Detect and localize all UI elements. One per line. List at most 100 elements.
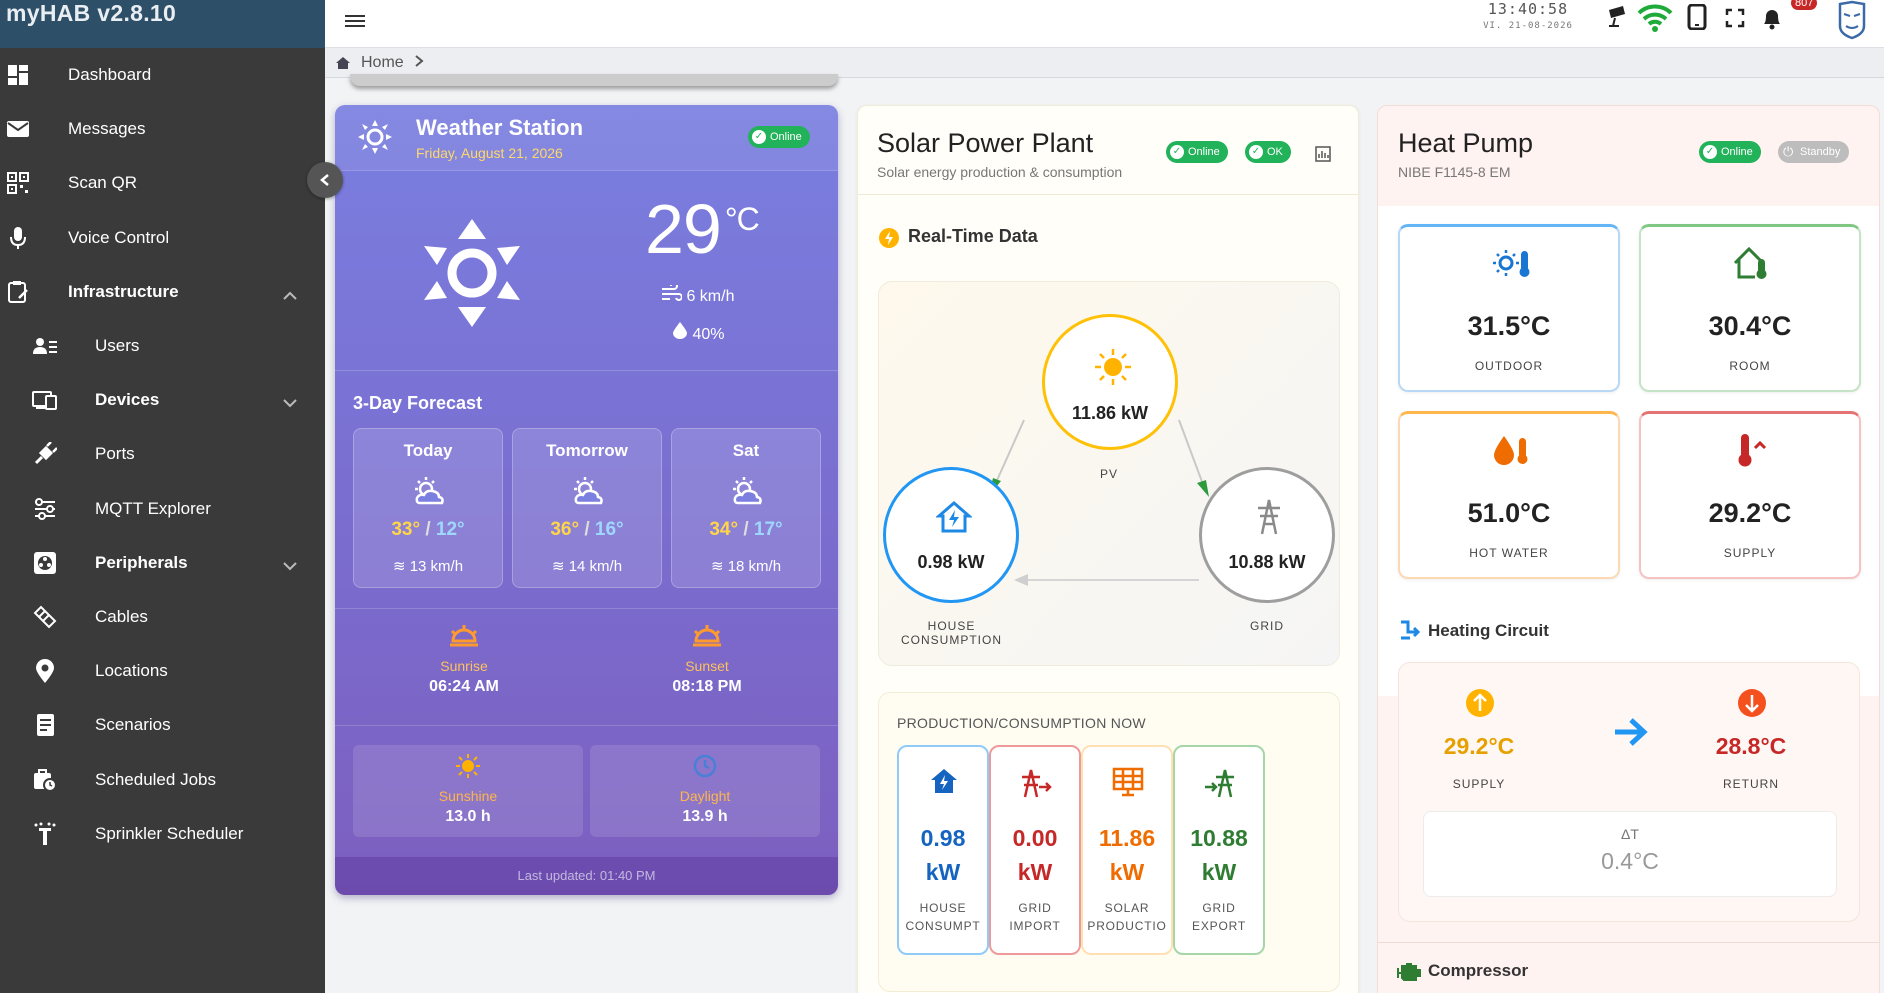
pylon-export-icon	[1203, 767, 1237, 804]
daylight-box: Daylight 13.9 h	[590, 745, 820, 837]
sidebar-item-dashboard[interactable]: Dashboard	[0, 48, 325, 102]
prod-label-1: GRID	[1202, 901, 1236, 915]
sidebar-item-scan-qr[interactable]: Scan QR	[0, 156, 325, 210]
sidebar-item-peripherals[interactable]: Peripherals	[0, 536, 325, 590]
power-icon: ⏻	[1783, 144, 1794, 159]
house-node[interactable]: 0.98 kW	[883, 467, 1019, 603]
check-icon: ✓	[752, 130, 766, 144]
bolt-icon	[878, 227, 900, 254]
sidebar-item-label: Scan QR	[68, 173, 137, 193]
sidebar-collapse-button[interactable]	[307, 162, 343, 198]
heatpump-card: Heat Pump NIBE F1145-8 EM ✓ Online ⏻ Stand…	[1377, 105, 1880, 993]
engine-icon	[1396, 962, 1424, 987]
forecast-wind: ≋ 18 km/h	[672, 557, 820, 575]
prod-label-1: GRID	[1018, 901, 1052, 915]
sunset-icon	[691, 625, 723, 653]
forecast-wind-value: 14 km/h	[568, 558, 623, 575]
pv-node[interactable]: 11.86 kW	[1042, 314, 1178, 450]
clock-icon	[590, 753, 820, 784]
wind-row: 6 km/h	[660, 282, 734, 306]
prod-label-2: IMPORT	[1009, 919, 1061, 933]
energy-flow: 11.86 kW PV 0.98 kW HOUSE CONSUMPTION 10…	[878, 281, 1340, 666]
sidebar: myHAB v2.8.10 Dashboard Messages Scan QR…	[0, 0, 325, 993]
mic-icon	[5, 225, 31, 251]
solar-card: Solar Power Plant Solar energy productio…	[857, 105, 1359, 993]
chart-icon[interactable]	[1315, 146, 1331, 167]
prod-label-2: CONSUMPT	[905, 919, 981, 933]
sidebar-item-label: Sprinkler Scheduler	[95, 823, 244, 843]
sidebar-item-label: MQTT Explorer	[95, 498, 211, 518]
plug-icon	[32, 441, 58, 467]
app-root: myHAB v2.8.10 Dashboard Messages Scan QR…	[0, 0, 1884, 993]
forecast-wind-value: 18 km/h	[727, 558, 782, 575]
weather-title: Weather Station	[416, 115, 584, 140]
humidity-row: 40%	[672, 321, 724, 344]
temp-supply: 29.2°C SUPPLY	[1639, 411, 1861, 579]
prod-label-2: EXPORT	[1192, 919, 1246, 933]
sidebar-item-mqtt-explorer[interactable]: MQTT Explorer	[0, 482, 325, 536]
forecast-temps: 36° / 16°	[550, 519, 624, 540]
return-value: 28.8°C	[1715, 733, 1787, 759]
sidebar-item-devices[interactable]: Devices	[0, 373, 325, 427]
avatar[interactable]	[1836, 0, 1868, 45]
house-consumption-box: 0.98 kW HOUSE CONSUMPT	[897, 745, 989, 955]
sidebar-item-users[interactable]: Users	[0, 319, 325, 373]
sidebar-item-label: Infrastructure	[68, 281, 179, 301]
grid-import-box: 0.00 kW GRID IMPORT	[989, 745, 1081, 955]
thermometer-up-icon	[1733, 432, 1773, 473]
partly-sunny-icon	[412, 475, 446, 512]
pylon-import-icon	[1019, 767, 1053, 804]
water-thermometer-icon	[1492, 432, 1532, 473]
breadcrumb-home[interactable]: Home	[361, 54, 404, 72]
wind-icon: ≋	[392, 558, 406, 575]
fullscreen-icon[interactable]	[1725, 8, 1745, 33]
forecast-title: 3-Day Forecast	[353, 393, 483, 413]
status-badge: ✓ Online	[1699, 141, 1761, 163]
grid-node[interactable]: 10.88 kW	[1199, 467, 1335, 603]
sidebar-item-scenarios[interactable]: Scenarios	[0, 698, 325, 752]
sunshine-value: 13.0 h	[445, 808, 491, 825]
sunset-label: Sunset	[685, 658, 729, 674]
forecast-low: 12°	[435, 519, 465, 540]
sidebar-item-label: Scenarios	[95, 715, 171, 735]
solar-title: Solar Power Plant	[877, 128, 1094, 158]
sunrise-label: Sunrise	[440, 658, 488, 674]
prod-label: SOLAR PRODUCTIO	[1083, 899, 1171, 935]
wifi-icon[interactable]	[1637, 2, 1673, 37]
bell-icon[interactable]	[1761, 6, 1783, 35]
home-icon[interactable]	[335, 56, 351, 70]
delta-label: ΔT	[1621, 826, 1639, 842]
sidebar-item-label: Ports	[95, 444, 135, 464]
chevron-up-icon	[283, 285, 297, 305]
phone-icon[interactable]	[1687, 3, 1707, 35]
delta-value: 0.4°C	[1601, 848, 1659, 874]
prod-label: GRID IMPORT	[991, 899, 1079, 935]
topbar: 13:40:58 VI. 21-08-2026 807	[325, 0, 1884, 48]
temp-value: 29.2°C	[1708, 498, 1792, 528]
sidebar-item-scheduled-jobs[interactable]: Scheduled Jobs	[0, 752, 325, 806]
forecast-day-label: Tomorrow	[546, 441, 628, 460]
temp-value: 31.5°C	[1467, 311, 1551, 341]
menu-icon[interactable]	[345, 12, 367, 35]
sidebar-item-label: Voice Control	[68, 227, 170, 247]
users-icon	[32, 333, 58, 359]
clock-date: VI. 21-08-2026	[1483, 21, 1573, 31]
sidebar-item-voice-control[interactable]: Voice Control	[0, 211, 325, 265]
prod-unit: kW	[1201, 859, 1237, 885]
prod-label-1: HOUSE	[919, 901, 967, 915]
scenario-icon	[32, 712, 58, 738]
sunshine-label: Sunshine	[438, 788, 498, 804]
sidebar-item-messages[interactable]: Messages	[0, 102, 325, 156]
sidebar-item-sprinkler-scheduler[interactable]: Sprinkler Scheduler	[0, 807, 325, 861]
sidebar-item-label: Users	[95, 336, 140, 356]
app-logo: myHAB v2.8.10	[0, 0, 325, 48]
prod-number: 10.88	[1190, 825, 1248, 851]
supply-value: 29.2°C	[1443, 733, 1515, 759]
sidebar-item-infrastructure[interactable]: Infrastructure	[0, 265, 325, 319]
forecast-temps: 33° / 12°	[391, 519, 465, 540]
sidebar-item-locations[interactable]: Locations	[0, 644, 325, 698]
sidebar-item-cables[interactable]: Cables	[0, 590, 325, 644]
camera-icon[interactable]	[1607, 4, 1631, 33]
sidebar-item-ports[interactable]: Ports	[0, 427, 325, 481]
forecast-high: 33°	[391, 519, 421, 540]
